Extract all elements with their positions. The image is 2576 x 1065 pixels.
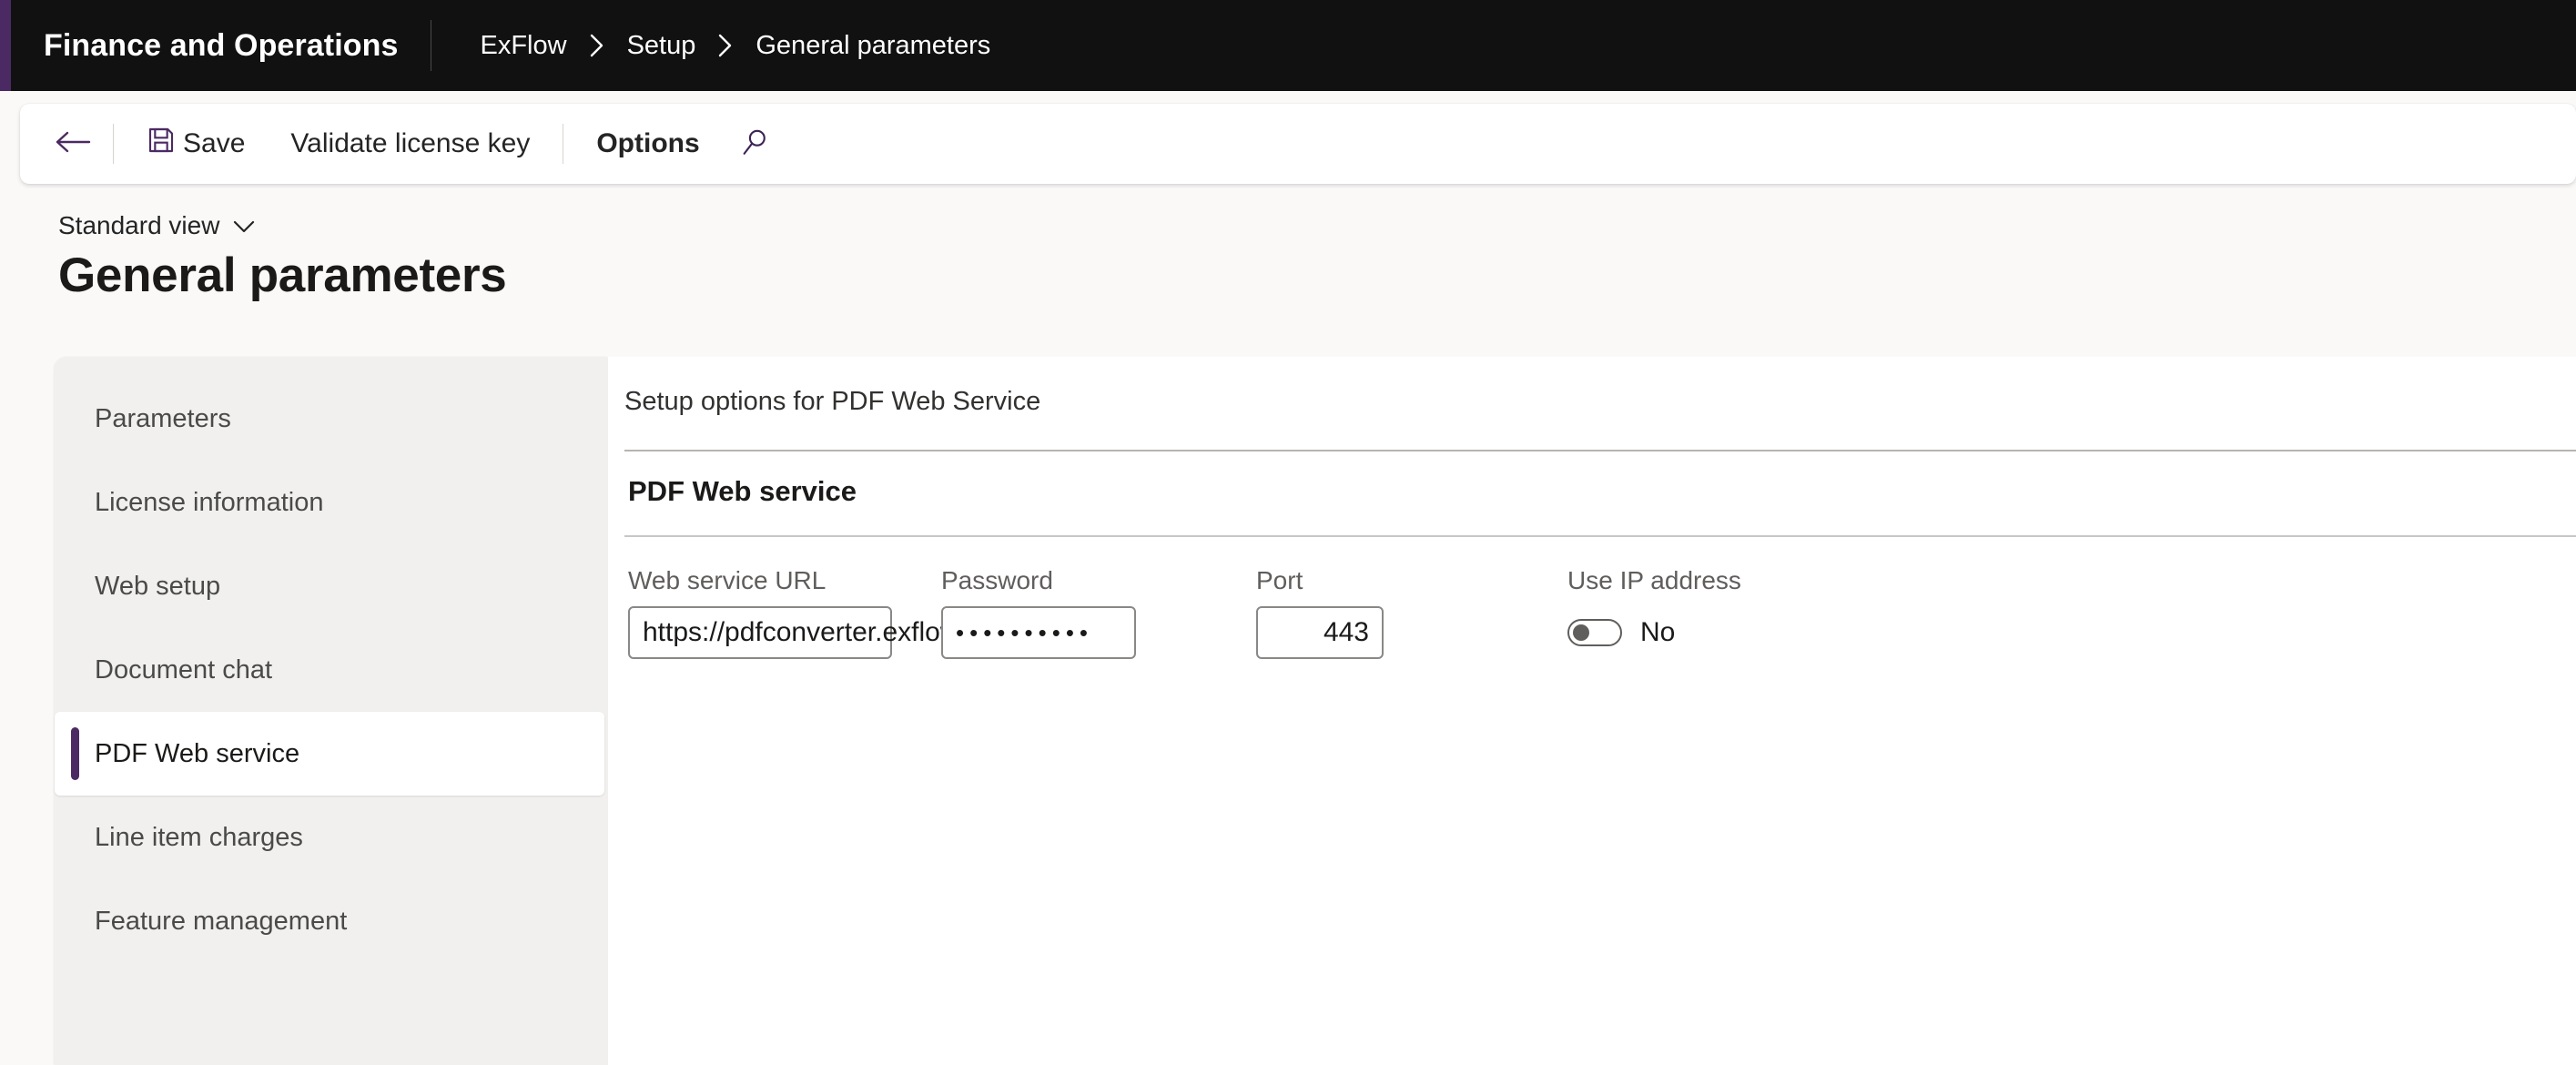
use-ip-address-state-text: No — [1640, 617, 1676, 647]
selection-accent-bar — [71, 727, 79, 780]
view-selector-label: Standard view — [58, 211, 220, 239]
selection-accent-bar — [71, 644, 79, 696]
app-title: Finance and Operations — [44, 27, 399, 63]
sidebar-item-document-chat[interactable]: Document chat — [55, 628, 608, 712]
field-use-ip-address: Use IP address No — [1567, 566, 1741, 659]
password-input[interactable]: •••••••••• — [941, 606, 1136, 659]
back-button[interactable] — [53, 124, 93, 164]
arrow-left-icon — [53, 128, 93, 160]
sidebar-item-web-setup[interactable]: Web setup — [55, 544, 608, 628]
section-title: PDF Web service — [628, 475, 857, 507]
breadcrumb-item-exflow[interactable]: ExFlow — [481, 31, 567, 61]
use-ip-address-toggle-row: No — [1567, 606, 1741, 659]
content-subtitle: Setup options for PDF Web Service — [624, 387, 1041, 416]
options-button[interactable]: Options — [583, 118, 712, 169]
save-button[interactable]: Save — [134, 118, 258, 169]
toggle-knob — [1573, 624, 1589, 641]
sidebar-item-label: Feature management — [95, 906, 348, 936]
validate-license-key-button[interactable]: Validate license key — [278, 118, 543, 169]
web-service-url-input[interactable]: https://pdfconverter.exflow.io — [628, 606, 988, 659]
sidebar-item-label: Web setup — [95, 571, 221, 601]
sidebar-item-parameters[interactable]: Parameters — [55, 377, 608, 461]
use-ip-address-toggle[interactable] — [1567, 619, 1622, 646]
content-panel: Setup options for PDF Web Service PDF We… — [608, 357, 2576, 1065]
selection-accent-bar — [71, 392, 79, 445]
page-header: Standard view General parameters — [0, 202, 2576, 357]
field-password: Password •••••••••• — [941, 566, 1136, 659]
command-bar-region: Save Validate license key Options — [0, 91, 2576, 202]
page-title: General parameters — [58, 248, 507, 302]
save-label: Save — [183, 128, 246, 158]
sidebar-nav: Parameters License information Web setup… — [55, 357, 608, 1065]
port-label: Port — [1256, 566, 1303, 594]
field-web-service-url: Web service URL https://pdfconverter.exf… — [628, 566, 988, 659]
sidebar-item-line-item-charges[interactable]: Line item charges — [55, 796, 608, 879]
sidebar-item-license-information[interactable]: License information — [55, 461, 608, 544]
chevron-right-icon — [587, 32, 607, 59]
breadcrumb-item-setup[interactable]: Setup — [627, 31, 696, 61]
selection-accent-bar — [71, 560, 79, 613]
password-masked-value: •••••••••• — [956, 619, 1094, 646]
brand-accent-stripe — [0, 0, 11, 91]
selection-accent-bar — [71, 476, 79, 529]
sidebar-item-label: Document chat — [95, 654, 273, 685]
sidebar-item-label: License information — [95, 487, 324, 517]
sidebar-item-label: Line item charges — [95, 822, 303, 852]
floppy-save-icon — [147, 126, 176, 162]
sidebar-item-feature-management[interactable]: Feature management — [55, 879, 608, 963]
command-bar: Save Validate license key Options — [20, 104, 2576, 184]
sidebar-item-label: PDF Web service — [95, 738, 300, 768]
top-header-bar: Finance and Operations ExFlow Setup Gene… — [0, 0, 2576, 91]
breadcrumb-item-general-parameters[interactable]: General parameters — [756, 31, 990, 61]
use-ip-address-label: Use IP address — [1567, 566, 1741, 594]
view-selector[interactable]: Standard view — [58, 211, 256, 240]
sidebar-item-label: Parameters — [95, 403, 231, 433]
web-service-url-label: Web service URL — [628, 566, 827, 594]
chevron-right-icon — [715, 32, 735, 59]
page-body: Parameters License information Web setup… — [0, 357, 2576, 1065]
selection-accent-bar — [71, 811, 79, 864]
field-row: Web service URL https://pdfconverter.exf… — [608, 537, 2576, 719]
search-button[interactable] — [735, 124, 775, 164]
command-separator — [113, 124, 114, 164]
sidebar-item-pdf-web-service[interactable]: PDF Web service — [55, 712, 604, 796]
field-port: Port 443 — [1256, 566, 1384, 659]
search-icon — [739, 127, 770, 162]
selection-accent-bar — [71, 895, 79, 948]
password-label: Password — [941, 566, 1053, 594]
breadcrumb: ExFlow Setup General parameters — [481, 31, 991, 61]
chevron-down-icon — [232, 211, 256, 240]
port-input[interactable]: 443 — [1256, 606, 1384, 659]
